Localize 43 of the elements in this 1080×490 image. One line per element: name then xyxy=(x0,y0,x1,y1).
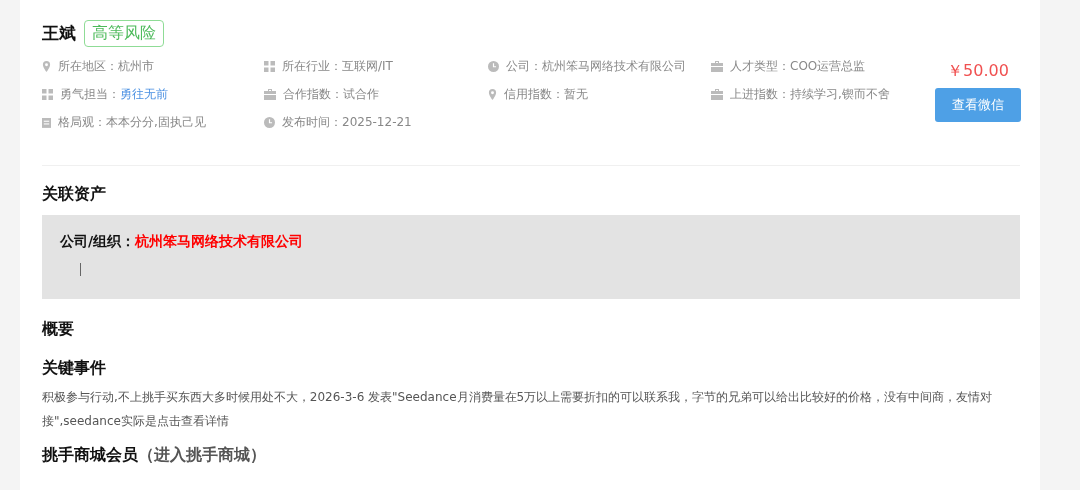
asset-label: 公司/组织： xyxy=(60,233,136,249)
company-link[interactable]: 杭州笨马网络技术有限公司 xyxy=(135,233,304,249)
section-heading: 挑手商城会员 xyxy=(42,445,138,464)
location-pin-icon xyxy=(488,88,497,100)
info-label: 格局观： xyxy=(58,113,106,131)
briefcase-icon xyxy=(264,88,276,100)
grid-icon xyxy=(264,60,275,72)
info-label: 合作指数： xyxy=(283,85,343,103)
section-heading: 概要 xyxy=(42,319,75,340)
clock-icon xyxy=(488,60,499,72)
info-value: 杭州市 xyxy=(118,57,154,75)
text-cursor xyxy=(80,263,81,276)
clock-icon xyxy=(264,116,275,128)
info-label: 人才类型： xyxy=(730,57,790,75)
person-name: 王斌 xyxy=(42,22,76,45)
info-label: 所在行业： xyxy=(282,57,342,75)
info-value: 暂无 xyxy=(564,85,588,103)
view-wechat-button[interactable]: 查看微信 xyxy=(935,88,1021,122)
info-value: 2025-12-21 xyxy=(342,115,412,129)
info-label: 上进指数： xyxy=(730,85,790,103)
calendar-icon xyxy=(42,116,51,128)
info-label: 信用指数： xyxy=(504,85,564,103)
briefcase-icon xyxy=(711,88,723,100)
info-label: 勇气担当： xyxy=(60,85,120,103)
info-label: 公司： xyxy=(506,57,542,75)
location-pin-icon xyxy=(42,60,51,72)
info-label: 发布时间： xyxy=(282,113,342,131)
section-heading: 关键事件 xyxy=(42,358,107,379)
section-heading: 关联资产 xyxy=(42,184,107,205)
info-value: 杭州笨马网络技术有限公司 xyxy=(542,57,686,75)
price: ￥50.00 xyxy=(947,61,1009,82)
info-label: 所在地区： xyxy=(58,57,118,75)
risk-badge: 高等风险 xyxy=(84,20,164,47)
grid-icon xyxy=(42,88,53,100)
info-value: 本本分分,固执己见 xyxy=(106,113,206,131)
info-value: COO运营总监 xyxy=(790,57,866,75)
info-value: 互联网/IT xyxy=(342,57,393,75)
mall-link[interactable]: （进入挑手商城） xyxy=(138,445,266,464)
briefcase-icon xyxy=(711,60,723,72)
info-value: 持续学习,锲而不舍 xyxy=(790,85,890,103)
info-value: 试合作 xyxy=(343,85,379,103)
event-paragraph: 积极参与行动,不上挑手买东西大多时候用处不大，2026-3-6 发表"Seedance月消费量在5万以上需要折扣的可以联系我，字节的兄弟可以给出比较好的价格，没有中间商，友情对接",seedance实际是点击查看详情 xyxy=(42,389,994,430)
info-value[interactable]: 勇往无前 xyxy=(120,85,168,103)
